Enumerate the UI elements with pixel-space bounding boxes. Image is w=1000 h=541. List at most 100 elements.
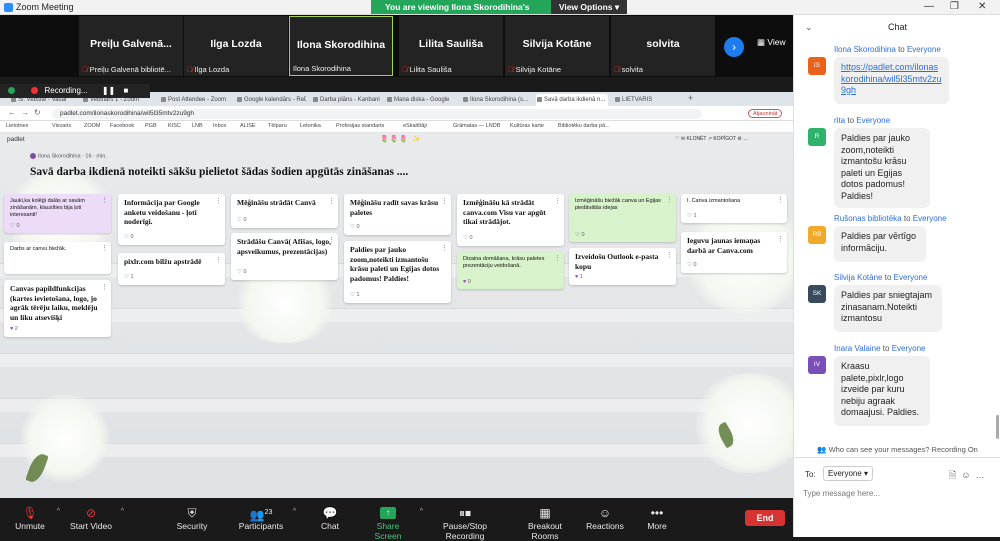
bookmark[interactable]: Inbox xyxy=(213,123,226,129)
breakout-rooms-button[interactable]: ▦ Breakout Rooms xyxy=(514,498,576,541)
chevron-up-icon[interactable]: ^ xyxy=(121,508,124,515)
message-sender[interactable]: Silvija Kotāne xyxy=(834,273,882,282)
chevron-down-icon[interactable]: ⌄ xyxy=(805,15,813,39)
bookmark[interactable]: Profesijas standarts xyxy=(336,123,384,129)
bookmark[interactable]: Facebook xyxy=(110,123,134,129)
maximize-icon[interactable]: ❐ xyxy=(950,1,959,12)
padlet-post[interactable]: I. Canva izmantošana ⋮ ♡ 1 xyxy=(681,194,787,223)
padlet-post[interactable]: Canvas papildfunkcijas (kartes ievietoša… xyxy=(4,280,111,337)
pause-stop-recording-button[interactable]: ⏸⏹ Pause/Stop Recording xyxy=(425,498,505,541)
end-meeting-button[interactable]: End xyxy=(745,510,785,526)
share-screen-button[interactable]: ↑ Share Screen ^ xyxy=(363,498,423,541)
like-count[interactable]: ♡ 0 xyxy=(237,216,247,226)
browser-tab[interactable]: Post Attendee - Zoom xyxy=(160,94,230,106)
like-count[interactable]: ♡ 0 xyxy=(687,261,697,271)
reactions-button[interactable]: ☺ Reactions xyxy=(586,498,624,537)
like-count[interactable]: ♥ 0 xyxy=(463,279,471,286)
more-icon[interactable]: … xyxy=(975,470,989,480)
browser-tab[interactable]: Ilona Skorodihina (s... xyxy=(462,94,532,106)
post-menu-icon[interactable]: ⋮ xyxy=(441,197,448,207)
stop-record-icon[interactable]: ■ xyxy=(123,86,128,95)
bookmark[interactable]: Grāmatas — LNDB xyxy=(453,123,500,129)
padlet-post[interactable]: Dizaina domāšana, krāsu paletes prezentā… xyxy=(457,252,564,289)
chat-privacy-notice[interactable]: 👥 Who can see your messages? Recording O… xyxy=(794,445,1000,454)
bookmark[interactable]: Tēlparu xyxy=(268,123,287,129)
like-count[interactable]: ♡ 0 xyxy=(237,268,247,278)
video-tile[interactable]: solvita 🎙̸ solvita xyxy=(611,16,715,76)
gallery-view-button[interactable]: ▦ View xyxy=(757,37,786,48)
bookmark[interactable]: LNB xyxy=(192,123,203,129)
url-field[interactable]: padlet.com/ilonaskorodihina/wil5l35mtv2z… xyxy=(52,109,702,119)
new-tab-icon[interactable]: + xyxy=(688,93,693,103)
bookmark[interactable]: Letonika xyxy=(300,123,321,129)
like-count[interactable]: ♡ 0 xyxy=(10,223,20,230)
browser-tab[interactable]: Darba plāns - Kanbani xyxy=(312,94,382,106)
bookmark[interactable]: ZOOM xyxy=(84,123,101,129)
post-menu-icon[interactable]: ⋮ xyxy=(777,235,784,245)
post-menu-icon[interactable]: ⋮ xyxy=(554,255,561,262)
bookmark[interactable]: Lietotnes xyxy=(6,123,28,129)
post-menu-icon[interactable]: ⋮ xyxy=(215,256,222,266)
post-menu-icon[interactable]: ⋮ xyxy=(666,251,673,261)
post-menu-icon[interactable]: ⋮ xyxy=(101,197,108,204)
bookmark[interactable]: PGB xyxy=(145,123,157,129)
video-tile[interactable]: Lilita Sauliša 🎙̸ Lilita Sauliša xyxy=(399,16,503,76)
padlet-post[interactable]: Informācija par Google anketu veidošanu … xyxy=(118,194,225,245)
message-sender[interactable]: Rušonas bibliotēka xyxy=(834,214,902,223)
padlet-post[interactable]: Mēģināšu strādāt Canvā ⋮ ♡ 0 xyxy=(231,194,338,228)
bookmark[interactable]: Visvaris xyxy=(52,123,71,129)
browser-tab[interactable]: Google kalendārs - ReDate xyxy=(236,94,306,106)
chevron-up-icon[interactable]: ^ xyxy=(420,508,423,515)
chevron-up-icon[interactable]: ^ xyxy=(293,508,296,515)
post-menu-icon[interactable]: ⋮ xyxy=(328,236,335,246)
bookmark[interactable]: ALISE xyxy=(240,123,256,129)
start-video-button[interactable]: ⊘ Start Video ^ xyxy=(68,498,124,537)
padlet-actions[interactable]: ♡ ✉ KLONĒT ↗ KOPĪGOT ⚙ … xyxy=(675,136,748,142)
padlet-post[interactable]: Izmēģināšu biežāk canva un Egijas piedāv… xyxy=(569,194,676,242)
like-count[interactable]: ♡ 0 xyxy=(124,233,134,243)
message-sender[interactable]: Inara Valaine xyxy=(834,344,881,353)
close-icon[interactable]: ✕ xyxy=(978,1,986,12)
like-count[interactable]: ♥ 1 xyxy=(575,273,583,283)
chat-scrollbar[interactable] xyxy=(996,415,999,439)
video-tile[interactable]: Preiļu Galvenā... 🎙̸ Preiļu Galvenā bibli… xyxy=(79,16,183,76)
padlet-post[interactable]: Izmēģināšu kā strādāt canva.com Visu var… xyxy=(457,194,564,246)
padlet-post[interactable]: Izveidošu Outlook e-pasta kopu ⋮ ♥ 1 xyxy=(569,248,676,285)
post-menu-icon[interactable]: ⋮ xyxy=(554,197,561,207)
chevron-up-icon[interactable]: ^ xyxy=(57,508,60,515)
post-menu-icon[interactable]: ⋮ xyxy=(777,197,784,204)
padlet-logo[interactable]: padlet xyxy=(7,136,25,143)
padlet-post[interactable]: Jauki,ka kolēģi dalās ar savām zināšanām… xyxy=(4,194,111,233)
like-count[interactable]: ♡ 0 xyxy=(350,223,360,233)
post-menu-icon[interactable]: ⋮ xyxy=(441,244,448,254)
post-menu-icon[interactable]: ⋮ xyxy=(328,197,335,207)
like-count[interactable]: ♡ 0 xyxy=(575,232,585,239)
video-tile[interactable]: Ilga Lozda 🎙̸ Ilga Lozda xyxy=(184,16,288,76)
bookmark[interactable]: Bibliotēku darba pā... xyxy=(558,123,610,129)
post-menu-icon[interactable]: ⋮ xyxy=(666,197,673,204)
more-button[interactable]: ••• More xyxy=(645,498,669,537)
browser-tab-active[interactable]: Savā darba ikdienā n... xyxy=(536,94,608,106)
message-sender[interactable]: rita xyxy=(834,116,845,125)
minimize-icon[interactable]: — xyxy=(924,1,934,12)
update-button[interactable]: Atjaunināt xyxy=(748,109,783,118)
gallery-next-icon[interactable]: › xyxy=(724,37,744,57)
recipient-select[interactable]: Everyone ▾ xyxy=(823,466,874,481)
video-tile[interactable]: Silvija Kotāne 🎙̸ Silvija Kotāne xyxy=(505,16,609,76)
emoji-icon[interactable]: ☺ xyxy=(961,470,975,480)
post-menu-icon[interactable]: ⋮ xyxy=(101,245,108,252)
view-options-button[interactable]: View Options ▾ xyxy=(551,0,627,14)
chat-button[interactable]: 💬 Chat xyxy=(318,498,342,537)
padlet-post[interactable]: Mēģināšu radīt savas krāsu paletes ⋮ ♡ 0 xyxy=(344,194,451,235)
message-link[interactable]: https://padlet.com/ilonaskorodihina/wil5… xyxy=(834,57,949,104)
unmute-button[interactable]: 🎙 Unmute ^ xyxy=(10,498,60,537)
security-button[interactable]: ⛨ Security xyxy=(172,498,212,537)
like-count[interactable]: ♡ 0 xyxy=(463,234,473,244)
padlet-post[interactable]: Paldies par jauko zoom,noteikti izmantoš… xyxy=(344,241,451,303)
padlet-post[interactable]: Darbs ar canvu biežāk. ⋮ xyxy=(4,242,111,274)
padlet-post[interactable]: Strādāšu Canvā( Afišas, logo, apsveikumu… xyxy=(231,233,338,280)
like-count[interactable]: ♡ 1 xyxy=(350,291,360,301)
padlet-post[interactable]: pixlr.com bilžu apstrādē ⋮ ♡ 1 xyxy=(118,253,225,285)
video-tile-active-speaker[interactable]: Ilona Skorodihina Ilona Skorodihina xyxy=(289,16,393,76)
file-icon[interactable]: 🗎 xyxy=(949,470,961,480)
